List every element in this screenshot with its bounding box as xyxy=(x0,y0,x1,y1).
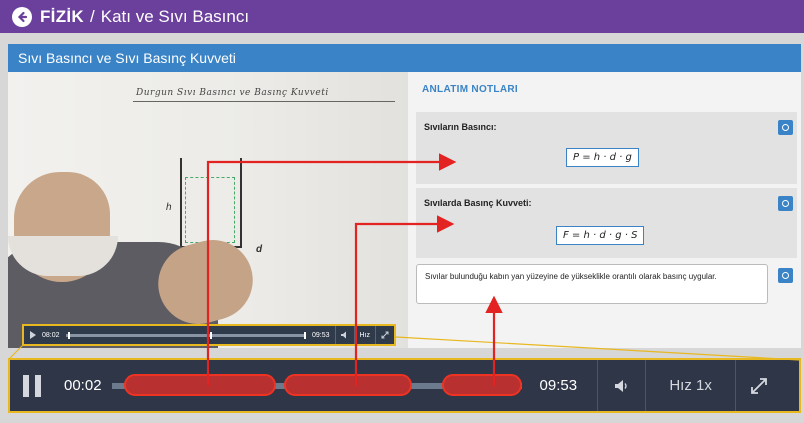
fullscreen-icon xyxy=(750,377,767,394)
back-button[interactable] xyxy=(12,6,32,27)
progress-track[interactable] xyxy=(111,360,522,411)
play-icon xyxy=(30,331,36,339)
note-toggle-icon xyxy=(782,272,789,279)
note-formula: P = h · d · g xyxy=(566,148,639,167)
mini-fullscreen-button[interactable] xyxy=(375,326,394,344)
fullscreen-button[interactable] xyxy=(735,360,781,411)
volume-icon xyxy=(614,379,627,392)
mini-progress-marker xyxy=(67,331,70,339)
lesson-title-bar: Sıvı Basıncı ve Sıvı Basınç Kuvveti xyxy=(8,44,801,72)
board-title: Durgun Sıvı Basıncı ve Basınç Kuvveti xyxy=(136,88,329,98)
volume-button[interactable] xyxy=(597,360,645,411)
notes-title: ANLATIM NOTLARI xyxy=(422,84,518,95)
mini-volume-button[interactable] xyxy=(334,326,354,344)
note-formula: F = h · d · g · S xyxy=(556,226,645,245)
app-root: FİZİK / Katı ve Sıvı Basıncı Sıvı Basınc… xyxy=(0,0,804,423)
mini-speed-button[interactable]: Hız xyxy=(353,326,376,344)
mini-progress-track[interactable] xyxy=(65,331,306,339)
pause-icon xyxy=(20,374,44,397)
video-player[interactable]: Durgun Sıvı Basıncı ve Basınç Kuvveti h … xyxy=(8,72,408,348)
main-player-bar: 00:02 09:53 Hız 1x xyxy=(8,358,801,413)
note-segment[interactable] xyxy=(123,374,276,396)
mini-speed-label: Hız xyxy=(359,331,371,339)
board-h-mark: h xyxy=(166,202,172,213)
note-toggle-button[interactable] xyxy=(778,196,793,211)
callout-toggle-button[interactable] xyxy=(778,268,793,283)
drawn-container xyxy=(180,158,242,248)
note-card-pressure: Sıvıların Basıncı: P = h · d · g xyxy=(416,112,797,184)
board-d-mark: d xyxy=(256,244,263,255)
note-toggle-icon xyxy=(782,200,789,207)
mini-player-bar: 08:02 09:53 Hız xyxy=(22,324,396,346)
speed-label: Hız 1x xyxy=(669,377,712,394)
mini-progress-marker xyxy=(209,331,212,339)
topic-title: Katı ve Sıvı Basıncı xyxy=(100,6,250,26)
note-toggle-icon xyxy=(782,124,789,131)
back-arrow-icon xyxy=(17,11,28,22)
note-toggle-button[interactable] xyxy=(778,120,793,135)
mini-current-time: 08:02 xyxy=(42,331,60,339)
current-time: 00:02 xyxy=(64,377,102,394)
fullscreen-icon xyxy=(381,331,389,339)
note-card-force: Sıvılarda Basınç Kuvveti: F = h · d · g … xyxy=(416,188,797,258)
subject-title: FİZİK xyxy=(40,6,84,26)
lesson-title: Sıvı Basıncı ve Sıvı Basınç Kuvveti xyxy=(18,50,236,66)
app-header: FİZİK / Katı ve Sıvı Basıncı xyxy=(0,0,804,33)
mini-progress-marker xyxy=(303,331,306,339)
pause-button[interactable] xyxy=(10,360,54,411)
volume-icon xyxy=(340,331,346,339)
total-time: 09:53 xyxy=(539,377,578,394)
mini-total-time: 09:53 xyxy=(311,331,330,339)
speed-button[interactable]: Hız 1x xyxy=(645,360,735,411)
mini-play-button[interactable] xyxy=(24,326,42,344)
breadcrumb-separator: / xyxy=(90,6,95,26)
notes-panel: ANLATIM NOTLARI Sıvıların Basıncı: P = h… xyxy=(408,72,801,348)
note-label: Sıvılarda Basınç Kuvveti: xyxy=(424,198,532,208)
board-underline xyxy=(133,101,395,102)
note-label: Sıvıların Basıncı: xyxy=(424,122,497,132)
note-callout: Sıvılar bulunduğu kabın yan yüzeyine de … xyxy=(416,264,768,304)
note-segment[interactable] xyxy=(283,374,412,396)
note-segment[interactable] xyxy=(441,374,522,396)
